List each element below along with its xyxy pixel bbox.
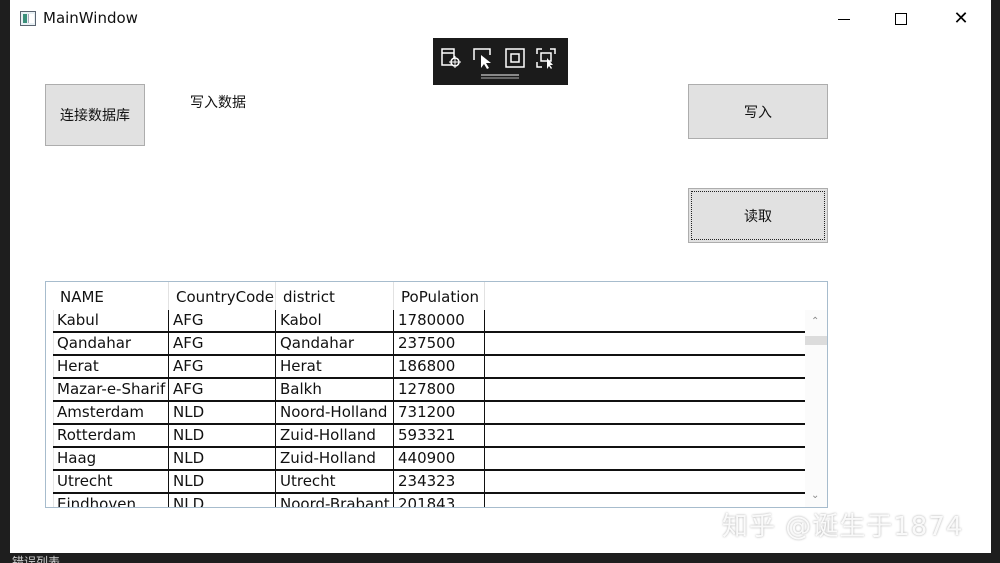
table-row[interactable]: Amsterdam NLD Noord-Holland 731200 [53,402,805,425]
table-cell[interactable]: NLD [169,402,276,423]
column-header-filler [485,282,805,310]
maximize-button[interactable] [886,8,916,30]
table-cell[interactable]: AFG [169,379,276,400]
watermark: 知乎 @诞生于1874 [722,512,964,542]
column-header[interactable]: NAME [53,282,169,310]
scroll-up-icon[interactable]: ⌃ [811,316,819,327]
error-list-tab[interactable]: 错误列表 [12,553,60,563]
table-cell[interactable]: 127800 [394,379,485,400]
table-cell[interactable]: Qandahar [53,333,169,354]
table-cell[interactable]: NLD [169,425,276,446]
table-row[interactable]: Qandahar AFG Qandahar 237500 [53,333,805,356]
vertical-scrollbar[interactable]: ⌃ ⌄ [805,310,827,507]
table-cell[interactable]: Haag [53,448,169,469]
table-row[interactable]: Mazar-e-Sharif AFG Balkh 127800 [53,379,805,402]
table-cell[interactable]: Noord-Brabant [276,494,394,507]
table-cell[interactable]: Zuid-Holland [276,448,394,469]
table-cell[interactable]: Utrecht [53,471,169,492]
table-row[interactable]: Eindhoven NLD Noord-Brabant 201843 [53,494,805,507]
table-cell[interactable]: Amsterdam [53,402,169,423]
table-cell[interactable]: AFG [169,310,276,331]
minimize-button[interactable] [829,8,859,30]
table-row[interactable]: Rotterdam NLD Zuid-Holland 593321 [53,425,805,448]
table-cell-filler [485,471,805,492]
connect-db-button[interactable]: 连接数据库 [45,84,145,146]
app-icon [20,11,36,26]
table-cell[interactable]: 1780000 [394,310,485,331]
table-cell[interactable]: NLD [169,494,276,507]
layout-adorner-icon[interactable] [503,46,527,70]
table-cell[interactable]: Eindhoven [53,494,169,507]
editor-background-strip [991,0,1000,553]
column-header[interactable]: PoPulation [394,282,485,310]
status-label: 写入数据 [190,95,246,111]
table-cell-filler [485,448,805,469]
table-cell-filler [485,333,805,354]
table-cell-filler [485,402,805,423]
table-cell[interactable]: NLD [169,448,276,469]
table-cell[interactable]: Utrecht [276,471,394,492]
read-button[interactable]: 读取 [688,188,828,243]
table-cell[interactable]: Kabul [53,310,169,331]
table-cell[interactable]: Kabol [276,310,394,331]
table-cell[interactable]: 731200 [394,402,485,423]
close-button[interactable]: ✕ [946,8,976,30]
write-button[interactable]: 写入 [688,84,828,139]
maximize-icon [895,13,907,25]
track-focus-icon[interactable] [534,46,558,70]
table-cell[interactable]: 201843 [394,494,485,507]
table-cell-filler [485,310,805,331]
grid-header: NAME CountryCode district PoPulation [46,282,827,310]
table-cell[interactable]: 440900 [394,448,485,469]
scroll-thumb[interactable] [805,336,827,345]
live-visual-tree-icon[interactable] [439,46,463,70]
close-icon: ✕ [953,8,969,29]
toolbar-grip[interactable] [481,74,519,76]
xaml-debug-toolbar [433,38,568,85]
table-cell[interactable]: 237500 [394,333,485,354]
table-row[interactable]: Haag NLD Zuid-Holland 440900 [53,448,805,471]
main-window: MainWindow ✕ 连接数据库 写入数据 写入 读取 NAME Count… [10,0,991,553]
table-cell[interactable]: Rotterdam [53,425,169,446]
editor-bottom-strip [0,553,1000,563]
table-cell-filler [485,425,805,446]
table-cell[interactable]: 186800 [394,356,485,377]
table-cell[interactable]: AFG [169,333,276,354]
title-bar[interactable]: MainWindow ✕ [10,0,991,38]
minimize-icon [838,18,850,20]
table-cell[interactable]: 234323 [394,471,485,492]
column-header[interactable]: district [276,282,394,310]
table-cell-filler [485,356,805,377]
column-header[interactable]: CountryCode [169,282,276,310]
table-cell[interactable]: NLD [169,471,276,492]
table-cell-filler [485,379,805,400]
table-cell[interactable]: Herat [53,356,169,377]
window-title: MainWindow [43,9,138,27]
table-cell[interactable]: Mazar-e-Sharif [53,379,169,400]
grid-rows: Kabul AFG Kabol 1780000 Qandahar AFG Qandahar 2… [53,310,805,507]
table-cell[interactable]: 593321 [394,425,485,446]
table-cell[interactable]: AFG [169,356,276,377]
table-cell[interactable]: Zuid-Holland [276,425,394,446]
table-cell[interactable]: Qandahar [276,333,394,354]
data-grid[interactable]: NAME CountryCode district PoPulation Kabul A… [45,281,828,508]
table-cell[interactable]: Noord-Holland [276,402,394,423]
select-element-icon[interactable] [471,46,495,70]
table-cell[interactable]: Balkh [276,379,394,400]
table-row[interactable]: Utrecht NLD Utrecht 234323 [53,471,805,494]
scroll-down-icon[interactable]: ⌄ [811,490,819,501]
table-row[interactable]: Herat AFG Herat 186800 [53,356,805,379]
table-row[interactable]: Kabul AFG Kabol 1780000 [53,310,805,333]
table-cell[interactable]: Herat [276,356,394,377]
